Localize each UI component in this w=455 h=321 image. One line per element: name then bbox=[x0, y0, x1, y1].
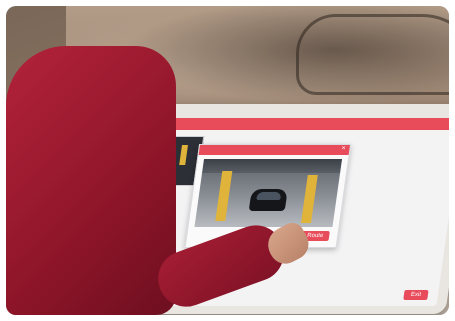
person-arm bbox=[6, 46, 176, 315]
exit-button[interactable]: Exit bbox=[403, 290, 429, 300]
pillar-shape bbox=[301, 175, 318, 223]
car-shape bbox=[248, 189, 288, 211]
pillar-shape bbox=[215, 171, 233, 221]
photo: × New Route Exit bbox=[6, 6, 449, 315]
modal-header: × bbox=[198, 145, 350, 155]
close-icon[interactable]: × bbox=[341, 145, 346, 152]
top-bar bbox=[131, 118, 449, 130]
pillar-shape bbox=[179, 145, 188, 165]
parking-camera-image bbox=[194, 159, 343, 227]
wall-car-outline bbox=[296, 14, 449, 95]
